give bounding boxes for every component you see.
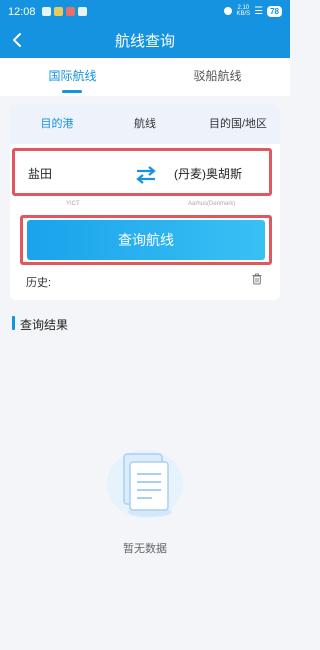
notification-icons (42, 7, 87, 16)
destination-port-field[interactable]: (丹麦)奥胡斯 (166, 158, 268, 190)
tab-destination-port[interactable]: 目的港 (22, 104, 92, 144)
tab-label: 驳船航线 (193, 69, 242, 83)
app-notification-icon (54, 7, 63, 16)
network-speed: 2.10 KB/S (236, 5, 250, 17)
destination-port-code: Aarhus(Denmark) (188, 201, 236, 207)
empty-state-text: 暂无数据 (123, 543, 167, 555)
wifi-icon: ☰ (254, 5, 264, 17)
swap-icon[interactable] (134, 164, 158, 186)
status-right: 2.10 KB/S ☰ 78 (224, 5, 282, 17)
app-header: 12:08 2.10 KB/S ☰ 78 航线查询 (0, 0, 290, 58)
results-title: 查询结果 (20, 318, 69, 332)
app-notification-icon (42, 7, 51, 16)
app-notification-icon (66, 7, 75, 16)
search-mode-tabs: 目的港 航线 目的国/地区 (10, 104, 280, 144)
tab-label: 国际航线 (48, 69, 97, 83)
main-tabs: 国际航线 驳船航线 (0, 58, 290, 96)
alarm-icon (224, 7, 233, 15)
tab-international-routes[interactable]: 国际航线 (0, 58, 145, 96)
tab-barge-routes[interactable]: 驳船航线 (145, 58, 290, 96)
status-bar: 12:08 2.10 KB/S ☰ 78 (0, 0, 290, 24)
search-card: 目的港 航线 目的国/地区 (10, 104, 280, 300)
section-marker (12, 316, 15, 330)
tab-route[interactable]: 航线 (110, 104, 180, 144)
network-speed-unit: KB/S (236, 11, 251, 17)
active-tab-indicator (62, 90, 82, 93)
tab-destination-country[interactable]: 目的国/地区 (196, 104, 280, 144)
app-notification-icon (78, 7, 87, 16)
trash-icon[interactable] (251, 273, 263, 285)
origin-port-field[interactable]: 盐田 (20, 158, 122, 190)
query-routes-button[interactable]: 查询航线 (27, 220, 265, 260)
origin-port-code: YICT (66, 201, 80, 207)
empty-document-icon (107, 450, 183, 518)
history-label: 历史: (26, 277, 52, 289)
battery-level: 78 (267, 5, 282, 17)
status-time: 12:08 (8, 6, 36, 18)
page-title: 航线查询 (114, 33, 175, 50)
